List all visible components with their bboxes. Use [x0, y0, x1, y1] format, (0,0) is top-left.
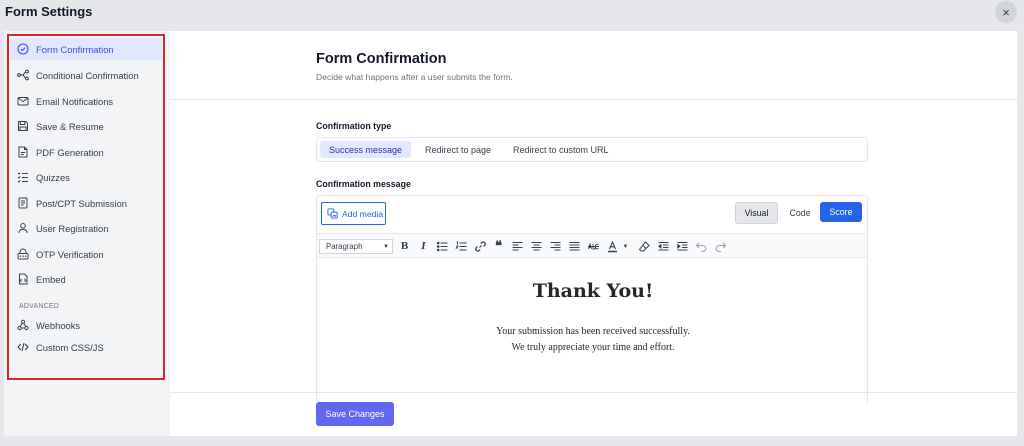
- eraser-icon[interactable]: [638, 240, 651, 253]
- pdf-icon: [17, 146, 29, 158]
- caret-down-icon[interactable]: ▼: [619, 240, 632, 253]
- sidebar-item-embed[interactable]: Embed: [10, 268, 162, 290]
- italic-icon[interactable]: I: [417, 240, 430, 253]
- sidebar-item-otp-verification[interactable]: OTP Verification: [10, 243, 162, 265]
- message-heading: Thank You!: [532, 280, 654, 302]
- checklist-icon: [17, 171, 29, 183]
- document-icon: [17, 197, 29, 209]
- sidebar-item-label: PDF Generation: [36, 146, 104, 158]
- sidebar-item-quizzes[interactable]: Quizzes: [10, 166, 162, 188]
- numbered-list-icon[interactable]: [455, 240, 468, 253]
- branch-icon: [17, 69, 29, 81]
- bold-icon[interactable]: B: [398, 240, 411, 253]
- sidebar-item-label: Form Confirmation: [36, 43, 114, 55]
- message-line-2: We truly appreciate your time and effort…: [511, 342, 675, 353]
- otp-icon: [17, 248, 29, 260]
- tab-score[interactable]: Score: [820, 202, 862, 222]
- main-panel: Form Confirmation Decide what happens af…: [170, 31, 1017, 436]
- rich-text-editor: Add media Visual Code Score Paragraph ▼ …: [316, 195, 868, 405]
- confirmation-type-selector: Success message Redirect to page Redirec…: [316, 137, 868, 162]
- right-gutter: [1017, 31, 1024, 436]
- blockquote-icon[interactable]: ❝: [492, 239, 505, 254]
- option-redirect-to-page[interactable]: Redirect to page: [416, 141, 500, 158]
- tab-code[interactable]: Code: [783, 202, 817, 224]
- sidebar-item-email-notifications[interactable]: Email Notifications: [10, 90, 162, 112]
- sidebar-item-label: User Registration: [36, 222, 109, 234]
- window-title: Form Settings: [5, 4, 93, 19]
- option-redirect-to-custom-url[interactable]: Redirect to custom URL: [504, 141, 618, 158]
- user-icon: [17, 222, 29, 234]
- sidebar-item-pdf-generation[interactable]: PDF Generation: [10, 141, 162, 163]
- add-media-button[interactable]: Add media: [321, 202, 386, 225]
- sidebar-item-label: OTP Verification: [36, 248, 104, 260]
- add-media-label: Add media: [342, 208, 384, 219]
- outdent-icon[interactable]: [657, 240, 670, 253]
- align-left-icon[interactable]: [511, 240, 524, 253]
- editor-content[interactable]: Thank You! Your submission has been rece…: [317, 258, 867, 405]
- sidebar: Form Confirmation Conditional Confirmati…: [4, 31, 170, 436]
- paragraph-format-value: Paragraph: [326, 242, 363, 251]
- sidebar-item-post-cpt-submission[interactable]: Post/CPT Submission: [10, 192, 162, 214]
- strikethrough-icon[interactable]: [587, 240, 600, 253]
- save-changes-button[interactable]: Save Changes: [316, 402, 394, 426]
- text-color-icon[interactable]: [606, 240, 619, 253]
- confirmation-type-label: Confirmation type: [316, 121, 392, 131]
- sidebar-item-label: Conditional Confirmation: [36, 69, 139, 81]
- embed-icon: [17, 273, 29, 285]
- align-right-icon[interactable]: [549, 240, 562, 253]
- save-icon: [17, 120, 29, 132]
- align-justify-icon[interactable]: [568, 240, 581, 253]
- mail-icon: [17, 95, 29, 107]
- sidebar-item-label: Embed: [36, 273, 66, 285]
- editor-toolbar: Paragraph ▼ B I ❝ ▼: [317, 233, 867, 258]
- code-icon: [17, 341, 29, 353]
- media-icon: [327, 208, 338, 219]
- sidebar-item-conditional-confirmation[interactable]: Conditional Confirmation: [10, 64, 162, 86]
- tab-visual[interactable]: Visual: [735, 202, 778, 224]
- caret-down-icon: ▼: [383, 244, 389, 250]
- close-button[interactable]: ×: [995, 1, 1017, 23]
- check-circle-icon: [17, 43, 29, 55]
- sidebar-item-label: Quizzes: [36, 171, 70, 183]
- sidebar-item-form-confirmation[interactable]: Form Confirmation: [10, 38, 162, 60]
- advanced-heading: ADVANCED: [19, 303, 59, 310]
- message-line-1: Your submission has been received succes…: [496, 326, 690, 337]
- sidebar-item-label: Email Notifications: [36, 95, 114, 107]
- redo-icon[interactable]: [714, 240, 727, 253]
- link-icon[interactable]: [474, 240, 487, 253]
- sidebar-nav: Form Confirmation Conditional Confirmati…: [7, 34, 165, 380]
- indent-icon[interactable]: [676, 240, 689, 253]
- footer-divider: [170, 392, 1017, 393]
- undo-icon[interactable]: [695, 240, 708, 253]
- sidebar-item-save-resume[interactable]: Save & Resume: [10, 115, 162, 137]
- sidebar-item-user-registration[interactable]: User Registration: [10, 217, 162, 239]
- paragraph-format-select[interactable]: Paragraph ▼: [319, 239, 393, 254]
- align-center-icon[interactable]: [530, 240, 543, 253]
- page-subtitle: Decide what happens after a user submits…: [316, 72, 513, 82]
- sidebar-item-label: Custom CSS/JS: [36, 341, 104, 353]
- webhook-icon: [17, 319, 29, 331]
- sidebar-item-webhooks[interactable]: Webhooks: [10, 314, 162, 336]
- bullet-list-icon[interactable]: [436, 240, 449, 253]
- option-success-message[interactable]: Success message: [320, 141, 412, 158]
- sidebar-item-label: Webhooks: [36, 319, 81, 331]
- header-divider: [170, 99, 1017, 100]
- sidebar-item-custom-css-js[interactable]: Custom CSS/JS: [10, 336, 162, 358]
- confirmation-message-label: Confirmation message: [316, 179, 411, 189]
- title-bar: Form Settings ×: [0, 0, 1024, 24]
- page-title: Form Confirmation: [316, 51, 447, 67]
- sidebar-item-label: Save & Resume: [36, 120, 104, 132]
- sidebar-item-label: Post/CPT Submission: [36, 197, 128, 209]
